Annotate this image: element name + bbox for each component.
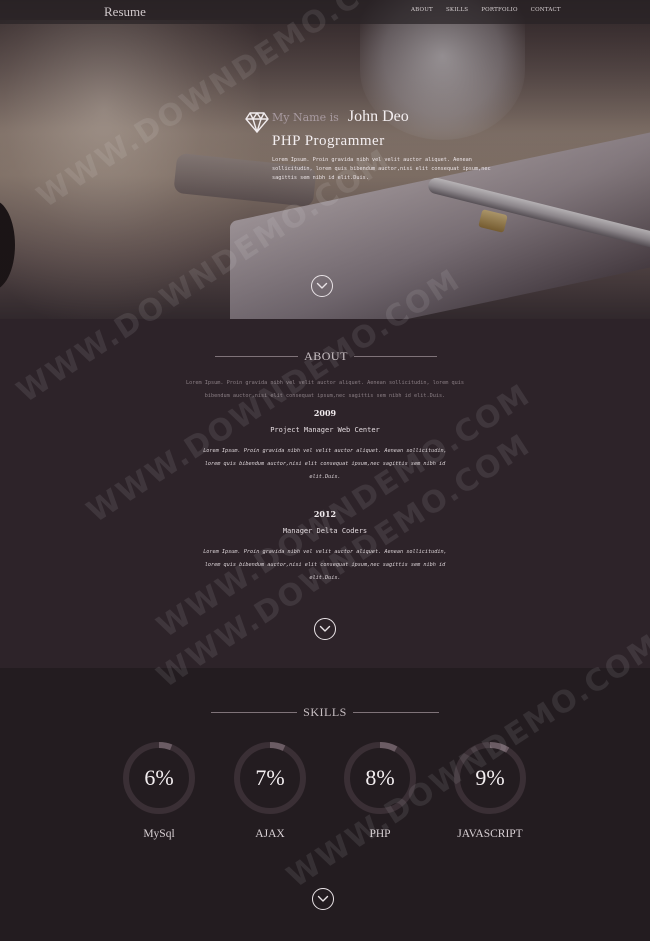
skill-item-javascript: 9% JAVASCRIPT — [452, 740, 528, 840]
timeline-item: 2012 Manager Delta Coders Lorem Ipsum. P… — [200, 509, 450, 585]
skill-percent: 6% — [144, 765, 174, 790]
skill-progress-ring: 7% — [232, 740, 308, 816]
timeline-year: 2009 — [313, 408, 337, 418]
nav-link-portfolio[interactable]: PORTFOLIO — [481, 7, 517, 13]
timeline-role: Manager Delta Coders — [282, 527, 368, 535]
nav-link-about[interactable]: ABOUT — [411, 7, 433, 13]
chevron-down-icon — [319, 625, 331, 632]
hero-job-title: PHP Programmer — [272, 133, 385, 149]
skill-percent: 9% — [475, 765, 505, 790]
skill-item-ajax: 7% AJAX — [232, 740, 308, 840]
skills-heading-text: SKILLS — [303, 705, 347, 719]
timeline-item: 2009 Project Manager Web Center Lorem Ip… — [200, 408, 450, 484]
top-navbar: Resume ABOUT SKILLS PORTFOLIO CONTACT — [0, 0, 650, 24]
hero-description: Lorem Ipsum. Proin gravida nibh vel veli… — [272, 157, 491, 181]
timeline-description: Lorem Ipsum. Proin gravida nibh vel veli… — [203, 549, 447, 581]
skill-percent: 8% — [365, 765, 395, 790]
hero-scroll-down-button[interactable] — [311, 275, 333, 297]
about-heading-text: ABOUT — [304, 349, 348, 363]
skill-progress-ring: 9% — [452, 740, 528, 816]
skills-heading: SKILLS — [211, 705, 439, 720]
hero-section: My Name is John Deo PHP Programmer Lorem… — [0, 0, 650, 319]
skill-item-php: 8% PHP — [342, 740, 418, 840]
about-scroll-down-button[interactable] — [314, 618, 336, 640]
skills-scroll-down-button[interactable] — [312, 888, 334, 910]
about-heading: ABOUT — [215, 349, 437, 364]
skill-progress-ring: 6% — [121, 740, 197, 816]
brand-link[interactable]: Resume — [104, 4, 146, 20]
heading-divider-left — [215, 356, 299, 357]
nav-link-skills[interactable]: SKILLS — [446, 7, 468, 13]
chevron-down-icon — [317, 895, 329, 902]
heading-divider-right — [353, 356, 437, 357]
timeline-role: Project Manager Web Center — [270, 426, 380, 434]
about-section: ABOUT Lorem Ipsum. Proin gravida nibh ve… — [0, 319, 650, 668]
diamond-icon — [245, 112, 269, 133]
heading-divider-right — [352, 712, 439, 713]
heading-divider-left — [211, 712, 298, 713]
skill-item-mysql: 6% MySql — [121, 740, 197, 840]
skill-percent: 7% — [255, 765, 285, 790]
chevron-down-icon — [316, 282, 328, 289]
timeline-year: 2012 — [313, 509, 337, 519]
skill-label: MySql — [143, 828, 175, 840]
nav-links: ABOUT SKILLS PORTFOLIO CONTACT — [411, 7, 574, 13]
skill-label: JAVASCRIPT — [457, 828, 523, 840]
skill-label: PHP — [369, 828, 391, 840]
hero-name-prefix: My Name is — [272, 111, 339, 124]
hero-name-line: My Name is John Deo — [272, 106, 409, 126]
skill-progress-ring: 8% — [342, 740, 418, 816]
about-intro-text: Lorem Ipsum. Proin gravida nibh vel veli… — [186, 380, 464, 399]
skill-label: AJAX — [255, 828, 285, 840]
nav-link-contact[interactable]: CONTACT — [531, 7, 561, 13]
hero-name: John Deo — [347, 108, 409, 125]
timeline-description: Lorem Ipsum. Proin gravida nibh vel veli… — [203, 448, 447, 480]
skills-section: SKILLS 6% MySql 7% AJAX 8% PHP 9% JAVASC… — [0, 668, 650, 941]
